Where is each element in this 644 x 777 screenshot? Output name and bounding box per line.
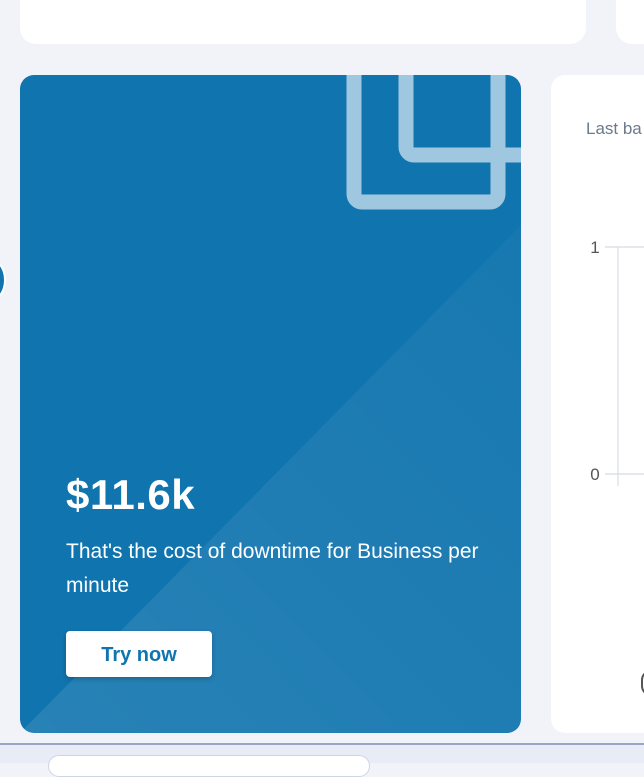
top-card-right [616, 0, 644, 44]
top-card [20, 0, 586, 44]
y-tick-label: 1 [590, 238, 599, 257]
y-tick-label: 0 [590, 465, 599, 484]
carousel-prev-button[interactable] [0, 261, 6, 299]
promo-amount: $11.6k [66, 471, 196, 518]
promo-description: That's the cost of downtime for Business… [66, 540, 479, 597]
chart-plot: 10 [590, 238, 644, 486]
try-now-button[interactable]: Try now [66, 631, 212, 677]
bottom-tab[interactable] [48, 755, 370, 777]
window-graphic-icon [346, 75, 521, 210]
chart-card: Last ba 10 [551, 75, 644, 733]
promo-card: $11.6k That's the cost of downtime for B… [20, 75, 521, 733]
